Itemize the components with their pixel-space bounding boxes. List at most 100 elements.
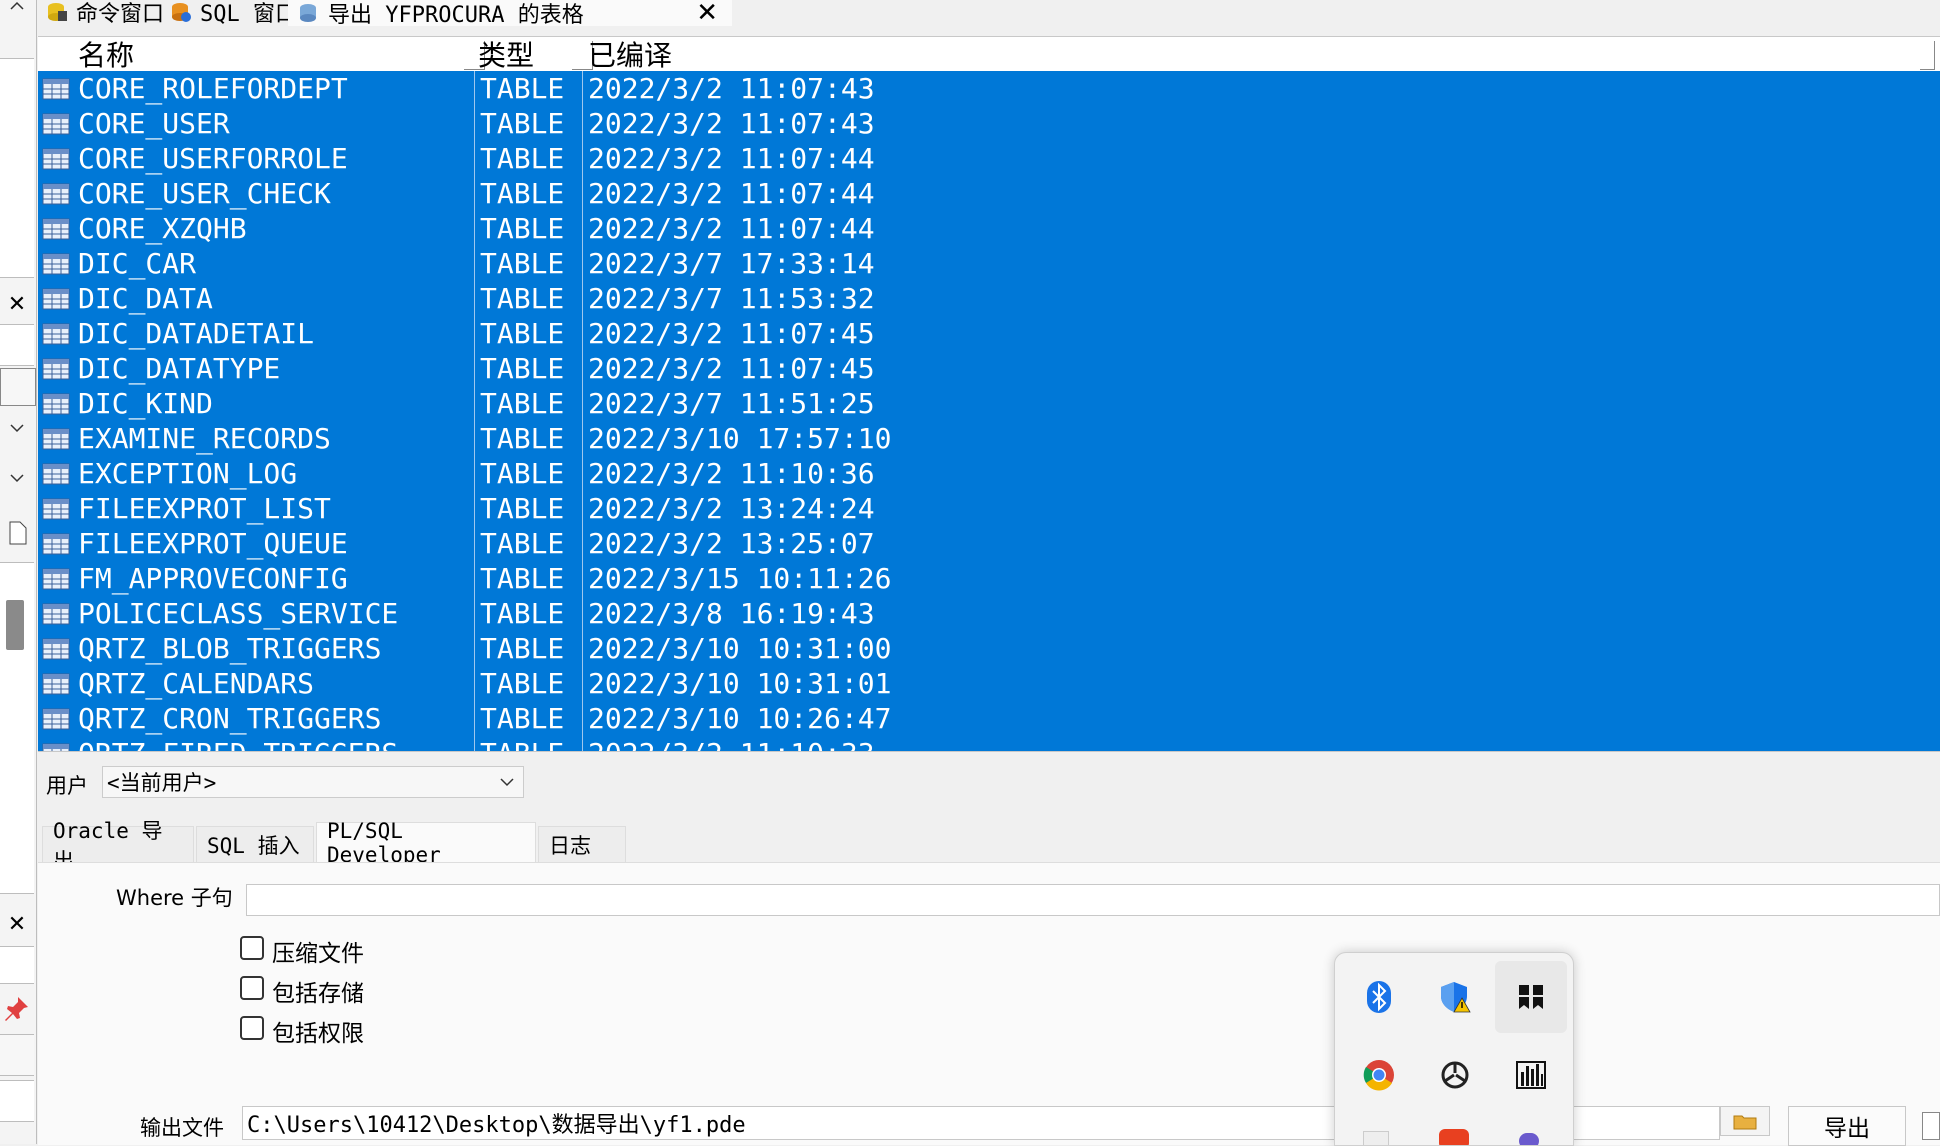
table-icon (42, 113, 70, 135)
table-row[interactable]: CORE_ROLEFORDEPT TABLE 2022/3/2 11:07:43 (38, 71, 1940, 107)
tab-label: SQL 插入 (207, 833, 300, 858)
table-row[interactable]: QRTZ_CALENDARS TABLE 2022/3/10 10:31:01 (38, 666, 1940, 702)
cell-compiled: 2022/3/10 17:57:10 (588, 422, 892, 455)
table-row[interactable]: DIC_DATADETAIL TABLE 2022/3/2 11:07:45 (38, 316, 1940, 352)
column-header-type[interactable]: 类型 (478, 37, 578, 72)
browse-folder-button[interactable] (1720, 1106, 1770, 1136)
where-clause-input[interactable] (246, 884, 1940, 916)
table-icon (42, 708, 70, 730)
table-row[interactable]: QRTZ_FIRED_TRIGGERS TABLE 2022/3/2 11:10:3… (38, 736, 1940, 751)
column-header-name[interactable]: 名称 (78, 37, 478, 72)
table-icon (42, 673, 70, 695)
table-icon (42, 253, 70, 275)
left-button[interactable] (0, 368, 36, 406)
include-privileges-checkbox[interactable] (240, 1016, 264, 1040)
compress-file-checkbox[interactable] (240, 936, 264, 960)
output-file-label: 输出文件 (140, 1116, 224, 1140)
sql-window-icon (172, 3, 191, 22)
column-resize-handle[interactable] (1920, 41, 1935, 70)
table-row[interactable]: EXAMINE_RECORDS TABLE 2022/3/10 17:57:10 (38, 421, 1940, 457)
table-row[interactable]: QRTZ_CRON_TRIGGERS TABLE 2022/3/10 10:26:4… (38, 701, 1940, 737)
table-row[interactable]: FILEEXPROT_LIST TABLE 2022/3/2 13:24:24 (38, 491, 1940, 527)
cell-type: TABLE (480, 282, 565, 315)
export-button[interactable]: 导出 (1788, 1106, 1906, 1146)
tab-label: SQL 窗口 (200, 2, 297, 27)
left-button-lower[interactable] (0, 1034, 34, 1076)
cell-type: TABLE (480, 422, 565, 455)
chevron-down-icon[interactable] (0, 408, 34, 448)
tray-partial-icon[interactable] (1439, 1129, 1469, 1145)
column-header-compiled[interactable]: 已编译 (588, 37, 988, 72)
table-row[interactable]: DIC_KIND TABLE 2022/3/7 11:51:25 (38, 386, 1940, 422)
tab-export-tables[interactable]: 导出 YFPROCURA 的表格 ✕ (288, 0, 732, 28)
chrome-icon[interactable] (1343, 1039, 1415, 1111)
side-doc-icon[interactable] (1922, 1112, 1940, 1140)
table-icon (42, 218, 70, 240)
cell-compiled: 2022/3/2 13:25:07 (588, 527, 875, 560)
cell-type: TABLE (480, 736, 564, 751)
app-bookmark-icon[interactable] (1495, 961, 1567, 1033)
table-row[interactable]: DIC_DATA TABLE 2022/3/7 11:53:32 (38, 281, 1940, 317)
cell-type: TABLE (480, 177, 565, 210)
cell-name: QRTZ_CALENDARS (78, 667, 315, 700)
tab-command-window[interactable]: 命令窗口 (36, 0, 174, 27)
cell-name: DIC_DATA (78, 282, 213, 315)
tab-sql-insert[interactable]: SQL 插入 (196, 826, 314, 862)
document-tab-strip: 命令窗口 SQL 窗口 导出 YFPROCURA 的表格 ✕ (0, 0, 1940, 30)
cell-type: TABLE (480, 317, 565, 350)
cell-type: TABLE (480, 527, 565, 560)
left-input[interactable] (0, 324, 34, 366)
table-row[interactable]: CORE_XZQHB TABLE 2022/3/2 11:07:44 (38, 211, 1940, 247)
collapse-icon[interactable] (0, 0, 34, 26)
table-icon (42, 393, 70, 415)
cell-type: TABLE (480, 142, 565, 175)
table-icon (42, 743, 70, 751)
table-row[interactable]: CORE_USERFORROLE TABLE 2022/3/2 11:07:44 (38, 141, 1940, 177)
table-icon (42, 323, 70, 345)
pin-icon[interactable] (0, 988, 34, 1028)
tab-plsql-developer[interactable]: PL/SQL Developer (316, 819, 536, 867)
cell-compiled: 2022/3/10 10:31:00 (588, 632, 892, 665)
table-row[interactable]: FILEEXPROT_QUEUE TABLE 2022/3/2 13:25:07 (38, 526, 1940, 562)
cell-type: TABLE (480, 597, 565, 630)
close-icon[interactable]: ✕ (0, 284, 34, 324)
tab-label: PL/SQL Developer (327, 818, 441, 867)
close-tab-icon[interactable]: ✕ (696, 0, 718, 28)
cell-compiled: 2022/3/10 10:26:47 (588, 702, 892, 735)
left-input-lower[interactable] (0, 946, 34, 984)
user-select[interactable]: <当前用户> (102, 766, 524, 798)
left-field-lower[interactable] (0, 1080, 34, 1122)
cell-compiled: 2022/3/7 11:53:32 (588, 282, 875, 315)
left-list-area (0, 58, 34, 278)
table-row[interactable]: POLICECLASS_SERVICE TABLE 2022/3/8 16:19:4… (38, 596, 1940, 632)
cell-type: TABLE (480, 562, 565, 595)
scrollbar-thumb[interactable] (6, 600, 24, 650)
cell-name: CORE_XZQHB (78, 212, 247, 245)
bluetooth-icon[interactable] (1343, 961, 1415, 1033)
table-row[interactable]: FM_APPROVECONFIG TABLE 2022/3/15 10:11:26 (38, 561, 1940, 597)
cell-type: TABLE (480, 492, 565, 525)
tab-label: 命令窗口 (76, 2, 165, 27)
audio-bars-icon[interactable] (1495, 1039, 1567, 1111)
table-row[interactable]: CORE_USER TABLE 2022/3/2 11:07:43 (38, 106, 1940, 142)
tab-sql-window[interactable]: SQL 窗口 (160, 0, 307, 27)
cell-type: TABLE (480, 352, 565, 385)
table-icon (42, 78, 70, 100)
tab-oracle-export[interactable]: Oracle 导出 (42, 819, 194, 873)
table-row[interactable]: QRTZ_BLOB_TRIGGERS TABLE 2022/3/10 10:31:0… (38, 631, 1940, 667)
cell-name: FM_APPROVECONFIG (78, 562, 348, 595)
table-row[interactable]: DIC_CAR TABLE 2022/3/7 17:33:14 (38, 246, 1940, 282)
include-storage-checkbox[interactable] (240, 976, 264, 1000)
security-warning-icon[interactable] (1419, 961, 1491, 1033)
tab-label: 导出 YFPROCURA 的表格 (328, 3, 584, 28)
chevron-down-icon[interactable] (0, 458, 34, 498)
table-row[interactable]: CORE_USER_CHECK TABLE 2022/3/2 11:07:44 (38, 176, 1940, 212)
table-row[interactable]: DIC_DATATYPE TABLE 2022/3/2 11:07:45 (38, 351, 1940, 387)
tray-partial-icon[interactable] (1519, 1133, 1539, 1145)
close-icon[interactable]: ✕ (0, 904, 34, 944)
new-file-icon[interactable] (0, 512, 34, 552)
tab-log[interactable]: 日志 (538, 826, 626, 862)
table-icon (42, 638, 70, 660)
table-row[interactable]: EXCEPTION_LOG TABLE 2022/3/2 11:10:36 (38, 456, 1940, 492)
openai-icon[interactable] (1419, 1039, 1491, 1111)
